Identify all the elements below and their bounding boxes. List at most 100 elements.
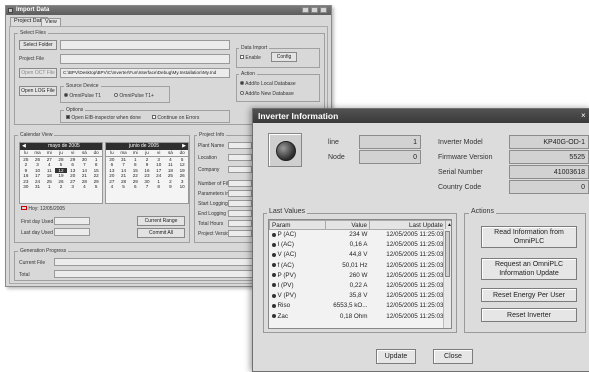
param-bullet-icon [271,283,276,288]
project-info-label: Location [198,155,217,161]
values-scrollbar[interactable] [443,229,451,328]
project-info-field [228,142,252,149]
progress-title: Generation Progress [18,248,69,254]
project-file-field[interactable] [60,54,230,64]
calendar-next-icon[interactable]: ▶ [182,143,188,150]
col-value[interactable]: Value [325,220,370,230]
value-cell: 234 W [349,231,368,239]
table-row[interactable]: P (AC) 234 W 12/05/2005 11:25:03 [270,230,452,240]
param-bullet-icon [271,252,276,257]
action-option-2[interactable]: Add/to New Database [240,91,294,97]
reset-energy-button[interactable]: Reset Energy Per User [481,288,577,302]
close-button[interactable]: Close [433,349,473,364]
param-cell: P (AC) [270,230,326,240]
param-bullet-icon [271,293,276,298]
param-name: V (AC) [277,251,297,259]
scrollbar-thumb[interactable] [445,231,450,277]
last-day-field[interactable] [54,228,90,236]
action-title: Action [239,71,257,77]
calendar-day[interactable]: 6 [129,184,141,190]
first-day-label: First day Used [21,219,54,225]
last-day-label: Last day Used [21,230,53,236]
close-icon[interactable]: × [581,111,589,121]
project-info-title: Project Info [197,132,227,138]
calendar-day[interactable]: 4 [79,184,91,190]
tab-view[interactable]: View [41,18,61,26]
open-oct-file-button[interactable]: Open OCT File [19,68,57,78]
calendar-day[interactable]: 30 [20,184,32,190]
calendar-day[interactable]: 4 [106,184,118,190]
line-value: 1 [359,135,421,149]
option-continue-errors[interactable]: Continue on Errors [152,115,199,121]
reset-inverter-button[interactable]: Reset Inverter [481,308,577,322]
first-day-field[interactable] [54,217,90,225]
current-range-button[interactable]: Current Range [137,216,185,226]
calendar-may-days[interactable]: 25 26 27 28 29 30 1 2 3 4 5 6 7 8 9 10 11 12 13 14 15 16 17 18 1… [20,157,102,190]
action-option-1[interactable]: Add/to Local Database [240,81,296,87]
param-cell: P (PV) [270,270,326,280]
project-info-field [228,180,252,187]
select-files-title: Select Files [18,30,48,36]
value-cell: 0,22 A [349,282,368,290]
source-option-1[interactable]: OmniPulse T1 [64,93,101,99]
calendar-june-days[interactable]: 30 31 1 2 3 4 5 6 7 8 9 10 11 12 13 14 15 16 17 18 19 20 21 22 2… [106,157,188,190]
param-name: Zac [277,312,289,320]
minimize-button[interactable] [302,7,309,13]
device-icon-frame [268,133,302,167]
table-row[interactable]: I (PV) 0,22 A 12/05/2005 11:25:03 [270,280,452,290]
current-file-progress [54,258,254,266]
param-name: P (AC) [277,231,297,239]
calendar-day[interactable]: 5 [118,184,130,190]
table-row[interactable]: P (PV) 260 W 12/05/2005 11:25:03 [270,270,452,280]
source-device-title: Source Device [64,83,101,89]
current-file-label: Current File [19,260,46,266]
param-name: V (PV) [277,292,297,300]
table-row[interactable]: f (AC) 50,01 Hz 12/05/2005 11:25:03 [270,260,452,270]
calendar-day[interactable]: 10 [176,184,188,190]
path-field[interactable]: C:\BPV\Desktop\BPV\C\Inverter\Fun\Interf… [60,68,230,78]
project-info-label: Project Version [198,231,232,237]
param-name: P (PV) [277,271,296,279]
table-row[interactable]: V (AC) 44,8 V 12/05/2005 11:25:03 [270,250,452,260]
enable-checkbox[interactable]: Enable [240,55,261,61]
calendar-may[interactable]: ◀ mayo de 2005 lu ma mi ju vi sá do 25 26 27 28 29 3… [19,142,103,204]
maximize-button[interactable] [311,7,318,13]
col-param[interactable]: Param [269,220,326,230]
select-folder-button[interactable]: Select Folder [19,40,57,50]
last-update-cell: 12/05/2005 11:25:03 [386,241,444,249]
project-info-field [228,200,252,207]
last-update-cell: 12/05/2005 11:25:03 [386,231,444,239]
today-label[interactable]: Hoy: 12/05/2005 [21,206,65,212]
calendar-day[interactable]: 8 [153,184,165,190]
info-label: Country Code [438,184,482,191]
open-log-file-button[interactable]: Open LOG File [19,86,57,96]
read-information-button[interactable]: Read Information from OmniPLC [481,226,577,248]
col-last-update[interactable]: Last Update [369,220,446,230]
folder-field[interactable] [60,40,230,50]
close-button[interactable] [320,7,327,13]
last-update-cell: 12/05/2005 11:25:03 [386,251,444,259]
calendar-day[interactable]: 31 [32,184,44,190]
request-update-button[interactable]: Request an OmniPLC Information Update [481,258,577,280]
table-row[interactable]: V (PV) 35,8 V 12/05/2005 11:25:03 [270,291,452,301]
param-name: Riso [277,302,291,310]
calendar-day[interactable]: 7 [141,184,153,190]
table-row[interactable]: I (AC) 0,16 A 12/05/2005 11:25:03 [270,240,452,250]
calendar-day[interactable]: 2 [55,184,67,190]
param-cell: I (AC) [270,240,326,250]
option-open-inspector[interactable]: Open EIB-inspector when done [66,115,141,121]
config-button[interactable]: Config [271,52,297,62]
calendar-june[interactable]: junio de 2005 ▶ lu ma mi ju vi sá do 30 31 1 2 3 4 5 6… [105,142,189,204]
source-option-2[interactable]: OmniPulse T1+ [114,93,154,99]
table-row[interactable]: Zac 0,18 Ohm 12/05/2005 11:25:03 [270,311,452,321]
calendar-day[interactable]: 3 [67,184,79,190]
table-row[interactable]: Riso 6553,5 kO... 12/05/2005 11:25:03 [270,301,452,311]
calendar-day[interactable]: 9 [165,184,177,190]
calendar-prev-icon[interactable]: ◀ [20,143,26,150]
calendar-day[interactable]: 1 [43,184,55,190]
values-list[interactable]: Param Value Last Update ▲ P (AC) 234 W 12/… [268,219,452,329]
calendar-day[interactable]: 5 [90,184,102,190]
commit-all-button[interactable]: Commit All [137,228,185,238]
update-button[interactable]: Update [376,349,416,364]
param-bullet-icon [271,262,276,267]
